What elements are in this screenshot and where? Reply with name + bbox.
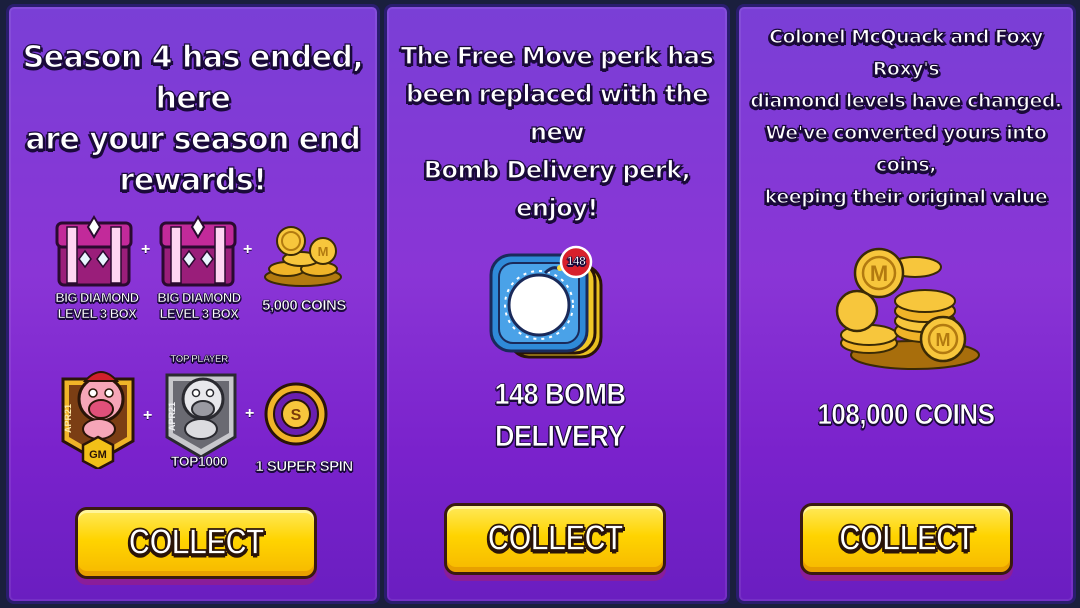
coin-pile-icon: M M: [835, 239, 983, 371]
gm-badge-icon: GM APR21: [55, 357, 141, 471]
svg-text:S: S: [291, 407, 302, 424]
perk-replaced-panel: The Free Move perk has been replaced wit…: [384, 4, 730, 604]
plus-sign: +: [143, 407, 153, 424]
svg-text:M: M: [936, 330, 951, 350]
svg-text:APR21: APR21: [63, 404, 73, 433]
collect-button[interactable]: COLLECT: [75, 507, 317, 579]
reward-label-super-spin: 1 SUPER SPIN: [255, 458, 353, 476]
collect-button-label: COLLECT: [128, 522, 265, 563]
collect-button[interactable]: COLLECT: [444, 503, 666, 575]
reward-label-box-2: BIG DIAMOND LEVEL 3 BOX: [157, 290, 241, 322]
reward-label-coins: 5,000 COINS: [262, 297, 347, 315]
reward-label-box-1: BIG DIAMOND LEVEL 3 BOX: [55, 290, 139, 322]
collect-button[interactable]: COLLECT: [800, 503, 1013, 575]
svg-text:GM: GM: [89, 449, 107, 461]
plus-sign: +: [243, 241, 253, 258]
coins-reward-label: 108,000 COINS: [817, 397, 995, 431]
svg-text:M: M: [318, 244, 329, 259]
super-spin-icon: S: [263, 381, 329, 447]
big-diamond-box-icon: [159, 215, 237, 287]
season-end-message: Season 4 has ended, here are your season…: [22, 39, 364, 198]
collect-button-label: COLLECT: [838, 518, 975, 559]
big-diamond-box-icon: [55, 215, 133, 287]
diamond-levels-panel: Colonel McQuack and Foxy Roxy's diamond …: [736, 4, 1076, 604]
diamond-levels-message: Colonel McQuack and Foxy Roxy's diamond …: [750, 25, 1063, 208]
perk-replaced-message: The Free Move perk has been replaced wit…: [400, 41, 714, 222]
bomb-delivery-reward-label: 148 BOMB DELIVERY: [494, 377, 626, 453]
svg-text:APR21: APR21: [167, 402, 177, 431]
count-badge-text: 148: [566, 254, 586, 269]
plus-sign: +: [245, 405, 255, 422]
season-rewards-panel: Season 4 has ended, here are your season…: [6, 4, 380, 604]
svg-text:M: M: [870, 261, 888, 286]
collect-button-label: COLLECT: [487, 518, 624, 559]
coin-pile-icon: M: [261, 221, 345, 287]
top-player-badge-icon: APR21: [161, 365, 241, 463]
top1000-label: TOP1000: [170, 453, 228, 470]
plus-sign: +: [141, 241, 151, 258]
